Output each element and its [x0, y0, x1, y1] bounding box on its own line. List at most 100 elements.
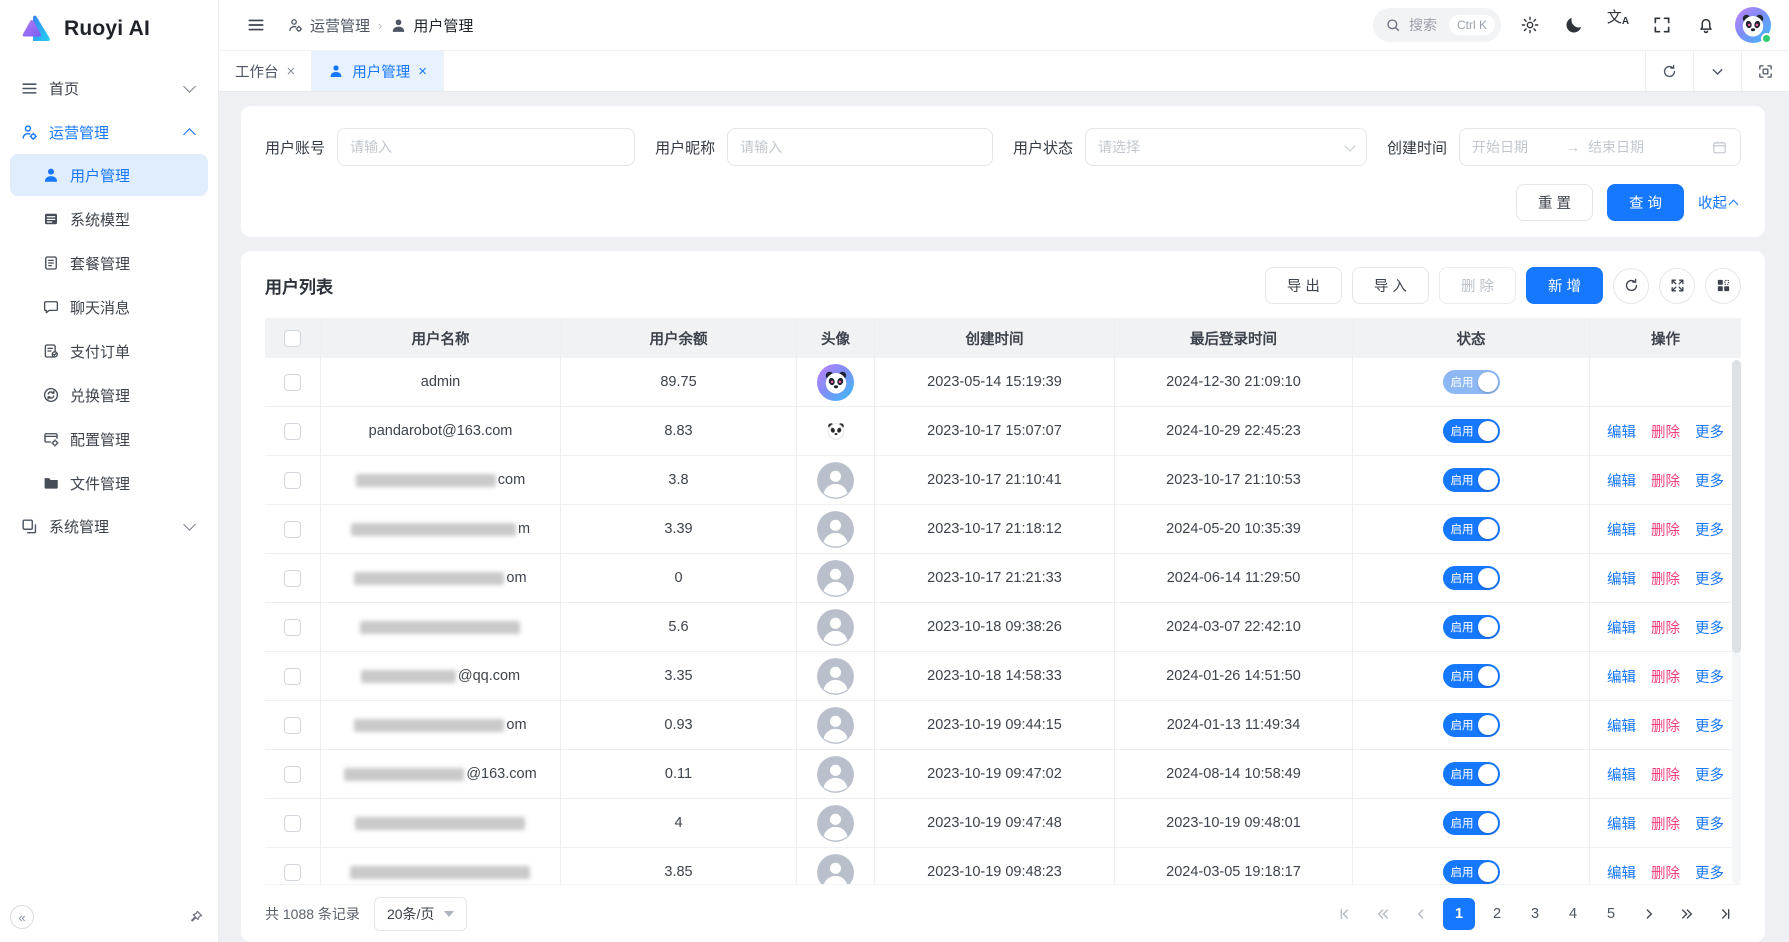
page-button-4[interactable]: 4 — [1557, 898, 1589, 930]
close-icon[interactable]: × — [418, 63, 427, 80]
edit-link[interactable]: 编辑 — [1607, 519, 1636, 540]
sidebar-subitem-4[interactable]: 支付订单 — [10, 330, 208, 372]
account-input[interactable] — [350, 139, 622, 155]
row-checkbox[interactable] — [284, 374, 301, 391]
row-checkbox[interactable] — [284, 668, 301, 685]
status-toggle[interactable]: 启用 — [1443, 762, 1500, 786]
row-checkbox[interactable] — [284, 472, 301, 489]
status-select[interactable]: 请选择 — [1085, 128, 1367, 166]
delete-button[interactable]: 删 除 — [1439, 267, 1516, 304]
tab-user-management[interactable]: 用户管理 × — [312, 51, 444, 91]
row-checkbox[interactable] — [284, 423, 301, 440]
status-toggle[interactable]: 启用 — [1443, 615, 1500, 639]
row-checkbox[interactable] — [284, 717, 301, 734]
import-button[interactable]: 导 入 — [1352, 267, 1429, 304]
more-link[interactable]: 更多 — [1695, 568, 1724, 589]
more-link[interactable]: 更多 — [1695, 666, 1724, 687]
select-all-checkbox[interactable] — [284, 330, 301, 347]
row-checkbox[interactable] — [284, 619, 301, 636]
close-icon[interactable]: × — [287, 63, 296, 80]
nickname-input[interactable] — [740, 139, 980, 155]
date-range-picker[interactable]: → — [1459, 128, 1741, 166]
delete-link[interactable]: 删除 — [1651, 519, 1680, 540]
status-toggle[interactable]: 启用 — [1443, 370, 1500, 394]
status-toggle[interactable]: 启用 — [1443, 419, 1500, 443]
status-toggle[interactable]: 启用 — [1443, 713, 1500, 737]
more-link[interactable]: 更多 — [1695, 519, 1724, 540]
row-checkbox[interactable] — [284, 570, 301, 587]
more-link[interactable]: 更多 — [1695, 764, 1724, 785]
delete-link[interactable]: 删除 — [1651, 764, 1680, 785]
edit-link[interactable]: 编辑 — [1607, 666, 1636, 687]
sidebar-item-operations[interactable]: 运营管理 — [10, 110, 208, 154]
last-page-button[interactable] — [1709, 898, 1741, 930]
tab-workbench[interactable]: 工作台 × — [219, 51, 312, 91]
delete-link[interactable]: 删除 — [1651, 862, 1680, 883]
delete-link[interactable]: 删除 — [1651, 568, 1680, 589]
chevron-down-icon[interactable] — [1693, 51, 1741, 91]
page-button-2[interactable]: 2 — [1481, 898, 1513, 930]
scrollbar-track[interactable] — [1732, 360, 1741, 884]
next-10-pages-button[interactable] — [1671, 898, 1703, 930]
more-link[interactable]: 更多 — [1695, 715, 1724, 736]
sidebar-subitem-5[interactable]: 兑换管理 — [10, 374, 208, 416]
sidebar-collapse-button[interactable]: « — [10, 905, 34, 929]
edit-link[interactable]: 编辑 — [1607, 421, 1636, 442]
status-toggle[interactable]: 启用 — [1443, 860, 1500, 884]
more-link[interactable]: 更多 — [1695, 470, 1724, 491]
edit-link[interactable]: 编辑 — [1607, 568, 1636, 589]
refresh-icon[interactable] — [1613, 268, 1649, 304]
more-link[interactable]: 更多 — [1695, 813, 1724, 834]
sidebar-subitem-0[interactable]: 用户管理 — [10, 154, 208, 196]
edit-link[interactable]: 编辑 — [1607, 764, 1636, 785]
row-checkbox[interactable] — [284, 521, 301, 538]
prev-page-button[interactable] — [1405, 898, 1437, 930]
status-toggle[interactable]: 启用 — [1443, 517, 1500, 541]
sidebar-item-home[interactable]: 首页 — [10, 66, 208, 110]
scrollbar-thumb[interactable] — [1732, 360, 1741, 653]
next-page-button[interactable] — [1633, 898, 1665, 930]
delete-link[interactable]: 删除 — [1651, 617, 1680, 638]
columns-icon[interactable] — [1705, 268, 1741, 304]
delete-link[interactable]: 删除 — [1651, 421, 1680, 442]
notifications-icon[interactable] — [1691, 10, 1721, 40]
settings-icon[interactable] — [1515, 10, 1545, 40]
page-size-select[interactable]: 20条/页 — [374, 897, 467, 931]
row-checkbox[interactable] — [284, 864, 301, 881]
edit-link[interactable]: 编辑 — [1607, 862, 1636, 883]
translate-icon[interactable]: 文A — [1603, 10, 1633, 40]
add-button[interactable]: 新 增 — [1526, 267, 1603, 304]
delete-link[interactable]: 删除 — [1651, 715, 1680, 736]
global-search[interactable]: 搜索 Ctrl K — [1373, 8, 1501, 42]
delete-link[interactable]: 删除 — [1651, 813, 1680, 834]
sidebar-subitem-1[interactable]: 系统模型 — [10, 198, 208, 240]
user-avatar[interactable] — [1735, 7, 1771, 43]
edit-link[interactable]: 编辑 — [1607, 813, 1636, 834]
edit-link[interactable]: 编辑 — [1607, 715, 1636, 736]
maximize-icon[interactable] — [1741, 51, 1789, 91]
breadcrumb-operations[interactable]: 运营管理 — [287, 15, 370, 36]
collapse-filters-link[interactable]: 收起 — [1698, 192, 1741, 213]
delete-link[interactable]: 删除 — [1651, 666, 1680, 687]
sidebar-subitem-7[interactable]: 文件管理 — [10, 462, 208, 504]
page-button-3[interactable]: 3 — [1519, 898, 1551, 930]
status-toggle[interactable]: 启用 — [1443, 811, 1500, 835]
sidebar-subitem-2[interactable]: 套餐管理 — [10, 242, 208, 284]
edit-link[interactable]: 编辑 — [1607, 470, 1636, 491]
more-link[interactable]: 更多 — [1695, 421, 1724, 442]
reset-button[interactable]: 重 置 — [1516, 184, 1593, 221]
dark-mode-icon[interactable] — [1559, 10, 1589, 40]
more-link[interactable]: 更多 — [1695, 862, 1724, 883]
sidebar-subitem-3[interactable]: 聊天消息 — [10, 286, 208, 328]
page-button-5[interactable]: 5 — [1595, 898, 1627, 930]
page-button-1[interactable]: 1 — [1443, 898, 1475, 930]
hamburger-icon[interactable] — [241, 10, 271, 40]
more-link[interactable]: 更多 — [1695, 617, 1724, 638]
export-button[interactable]: 导 出 — [1265, 267, 1342, 304]
status-toggle[interactable]: 启用 — [1443, 664, 1500, 688]
start-date-input[interactable] — [1472, 139, 1558, 155]
end-date-input[interactable] — [1588, 139, 1674, 155]
row-checkbox[interactable] — [284, 815, 301, 832]
pin-icon[interactable] — [188, 909, 204, 925]
prev-10-pages-button[interactable] — [1367, 898, 1399, 930]
